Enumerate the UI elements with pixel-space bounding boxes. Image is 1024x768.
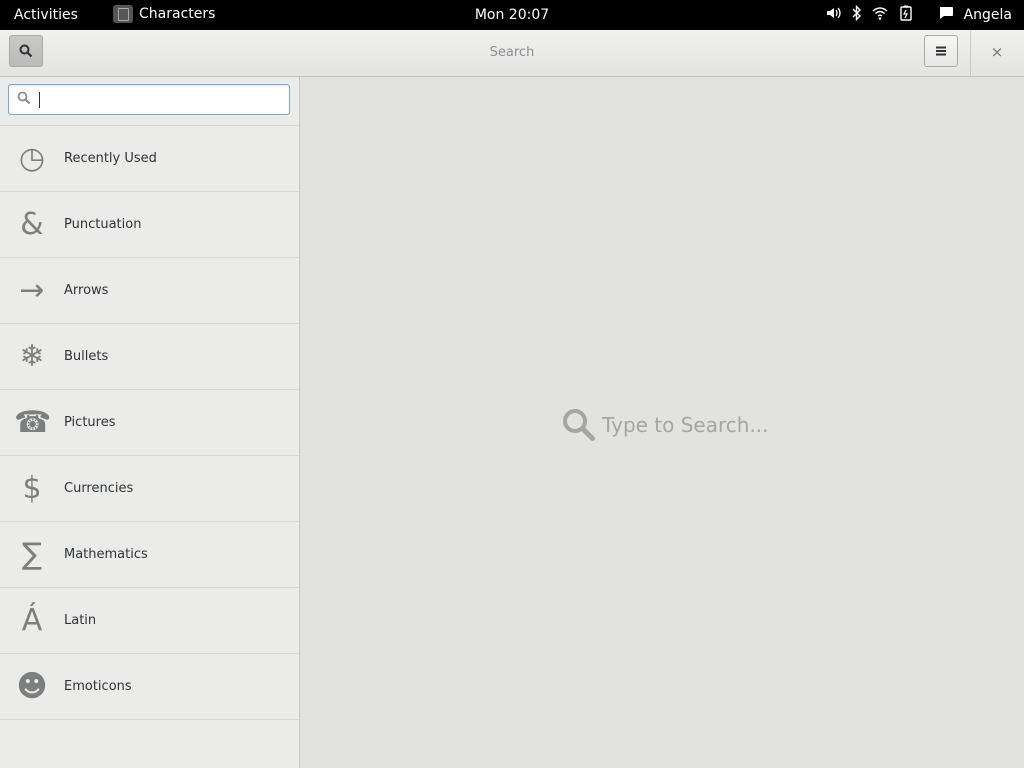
battery-icon[interactable] — [898, 5, 914, 25]
placeholder-text: Type to Search... — [602, 413, 769, 437]
category-item[interactable]: ∑ Mathematics — [0, 522, 299, 588]
latin-a-icon: Á — [21, 602, 43, 638]
category-label: Currencies — [64, 481, 134, 496]
search-bar — [0, 77, 299, 126]
header-bar: Search × — [0, 30, 1024, 77]
sigma-icon: ∑ — [21, 536, 43, 572]
category-label: Recently Used — [64, 151, 157, 166]
bullet-icon: ❄ — [19, 338, 45, 374]
header-separator — [970, 30, 971, 76]
chat-icon[interactable] — [938, 6, 954, 24]
header-title: Search — [489, 45, 535, 60]
menu-button[interactable] — [924, 35, 958, 67]
telephone-icon: ☎ — [14, 404, 52, 440]
search-input[interactable] — [35, 89, 289, 112]
close-icon: × — [990, 43, 1004, 61]
top-bar: Activities Characters Mon 20:07 Angela — [0, 0, 1024, 30]
search-placeholder: Type to Search... — [562, 408, 769, 442]
category-sidebar: ◷ Recently Used & Punctuation → Arrows ❄ Bullet… — [0, 77, 300, 768]
search-field[interactable] — [8, 84, 290, 115]
user-name[interactable]: Angela — [964, 7, 1012, 23]
volume-icon[interactable] — [826, 6, 842, 24]
category-label: Latin — [64, 613, 97, 628]
smiley-icon: ☻ — [16, 668, 48, 704]
category-label: Pictures — [64, 415, 116, 430]
category-item[interactable]: ☻ Emoticons — [0, 654, 299, 720]
clock-icon: ◷ — [18, 140, 46, 176]
category-label: Emoticons — [64, 679, 132, 694]
ampersand-icon: & — [20, 206, 44, 242]
category-label: Bullets — [64, 349, 109, 364]
category-label: Mathematics — [64, 547, 148, 562]
dollar-icon: $ — [22, 470, 42, 506]
text-cursor — [39, 92, 40, 108]
search-icon — [563, 409, 595, 441]
category-item[interactable]: & Punctuation — [0, 192, 299, 258]
category-item[interactable]: Á Latin — [0, 588, 299, 654]
category-item[interactable]: ◷ Recently Used — [0, 126, 299, 192]
character-area: Type to Search... — [300, 77, 1024, 768]
category-label: Arrows — [64, 283, 109, 298]
category-item[interactable]: $ Currencies — [0, 456, 299, 522]
system-tray[interactable]: Angela — [826, 4, 1012, 25]
category-item[interactable]: ❄ Bullets — [0, 324, 299, 390]
bluetooth-icon[interactable] — [852, 4, 862, 25]
category-item[interactable]: → Arrows — [0, 258, 299, 324]
close-button[interactable]: × — [986, 43, 1008, 63]
arrow-icon: → — [19, 272, 45, 308]
category-item[interactable]: ☎ Pictures — [0, 390, 299, 456]
characters-window: Search × ◷ Recently Used & Punctuation → Arro… — [0, 30, 1024, 768]
category-list: ◷ Recently Used & Punctuation → Arrows ❄ Bullet… — [0, 126, 299, 720]
wifi-icon[interactable] — [872, 6, 888, 24]
search-icon — [17, 91, 31, 105]
hamburger-menu-icon — [936, 46, 946, 56]
category-label: Punctuation — [64, 217, 142, 232]
